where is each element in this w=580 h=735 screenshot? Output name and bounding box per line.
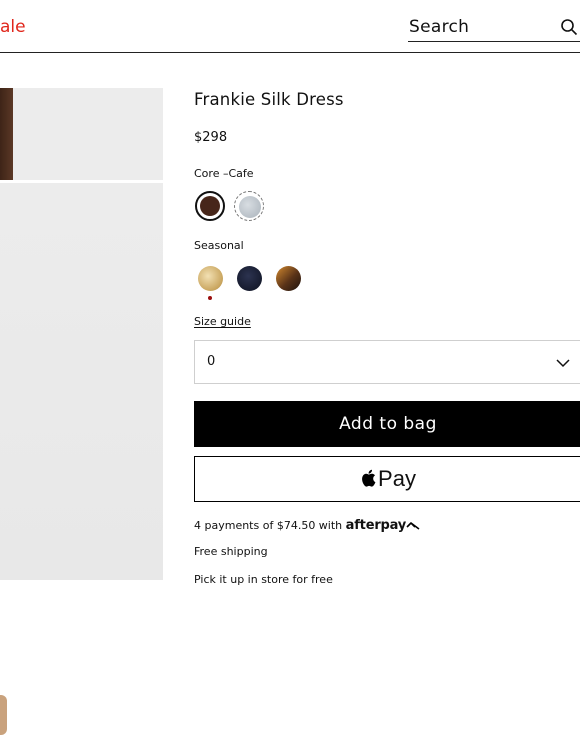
product-thumbnail-image[interactable] bbox=[0, 88, 163, 180]
size-selected-value: 0 bbox=[207, 354, 216, 369]
top-nav-bar: ale Search bbox=[0, 0, 580, 53]
apple-pay-button[interactable]: Pay bbox=[194, 456, 580, 502]
product-price: $298 bbox=[194, 130, 228, 145]
seasonal-swatch-navy-print[interactable] bbox=[237, 266, 262, 291]
afterpay-installments-text: 4 payments of $74.50 with bbox=[194, 519, 343, 532]
afterpay-info: 4 payments of $74.50 with afterpay bbox=[194, 518, 420, 533]
add-to-bag-button[interactable]: Add to bag bbox=[194, 401, 580, 447]
product-title: Frankie Silk Dress bbox=[194, 90, 344, 109]
dress-fabric-detail bbox=[0, 88, 13, 180]
model-hand-detail bbox=[0, 695, 7, 735]
apple-logo-icon bbox=[362, 469, 376, 487]
color-label: Core –Cafe bbox=[194, 167, 254, 180]
afterpay-logo-text[interactable]: afterpay bbox=[346, 518, 407, 533]
apple-pay-label: Pay bbox=[378, 466, 416, 491]
chevron-down-icon bbox=[556, 359, 570, 368]
seasonal-label: Seasonal bbox=[194, 239, 244, 252]
swatch-fill bbox=[200, 196, 220, 216]
seasonal-swatch-floral[interactable] bbox=[198, 266, 223, 291]
color-swatch-grey[interactable] bbox=[234, 191, 264, 221]
size-guide-link[interactable]: Size guide bbox=[194, 315, 251, 328]
product-main-image[interactable] bbox=[0, 183, 163, 735]
seasonal-swatch-brown-print[interactable] bbox=[276, 266, 301, 291]
afterpay-arrows-icon bbox=[406, 522, 420, 530]
search-field[interactable]: Search bbox=[408, 14, 580, 42]
swatch-fill bbox=[239, 196, 261, 218]
search-label: Search bbox=[409, 17, 470, 37]
selected-indicator-dot bbox=[208, 296, 212, 300]
add-to-bag-label: Add to bag bbox=[339, 414, 437, 434]
search-icon[interactable] bbox=[560, 18, 578, 36]
free-shipping-text: Free shipping bbox=[194, 545, 268, 558]
color-swatch-cafe[interactable] bbox=[195, 191, 225, 221]
size-dropdown[interactable]: 0 bbox=[194, 340, 580, 384]
sale-nav-link[interactable]: ale bbox=[0, 17, 26, 37]
